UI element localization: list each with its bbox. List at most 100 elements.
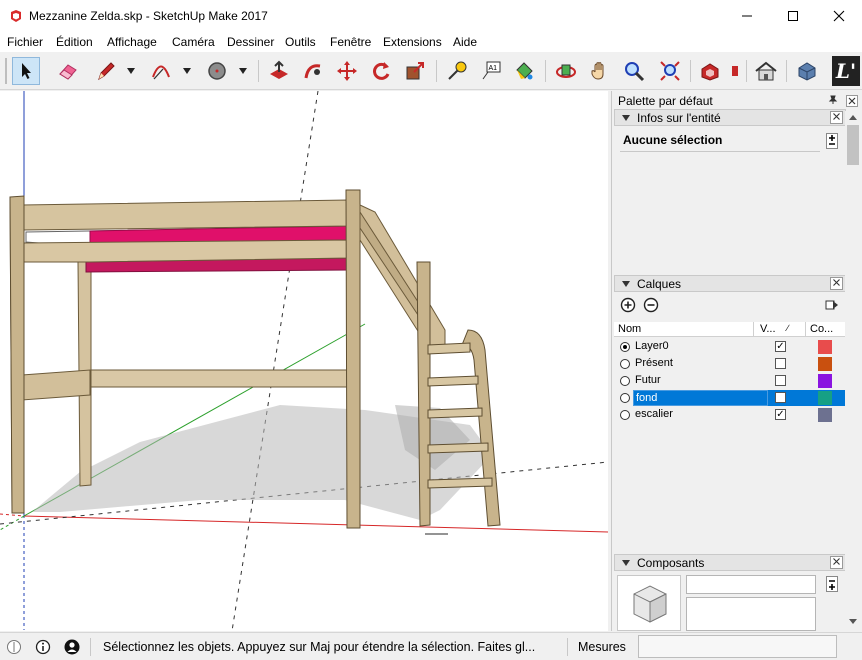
model-scene[interactable] xyxy=(0,91,608,631)
stair-rail-side xyxy=(359,210,421,320)
menu-dessiner[interactable]: Dessiner xyxy=(227,35,274,49)
toolbar-overflow[interactable] xyxy=(728,57,742,85)
scroll-down-icon[interactable] xyxy=(849,619,857,625)
pin-icon[interactable] xyxy=(828,95,838,105)
chevron-down-icon[interactable] xyxy=(126,67,136,75)
circle-tool-button[interactable] xyxy=(203,57,231,85)
toolbar-grip[interactable] xyxy=(5,58,7,84)
layer-row-selected[interactable]: fond xyxy=(614,390,846,407)
layer-color-swatch[interactable] xyxy=(818,340,832,354)
drawing-viewport[interactable] xyxy=(0,91,608,631)
share-component-button[interactable] xyxy=(793,57,821,85)
layer-visible-checkbox[interactable] xyxy=(775,392,786,403)
pencil-tool-button[interactable] xyxy=(92,57,120,85)
layer-name[interactable]: Présent xyxy=(633,356,675,372)
select-tool-button[interactable] xyxy=(12,57,40,85)
layer-row[interactable]: escalier ✓ xyxy=(614,407,846,424)
text-tool-label: A1 xyxy=(489,65,498,72)
scroll-thumb[interactable] xyxy=(847,125,859,165)
layer-color-swatch[interactable] xyxy=(818,374,832,388)
menu-aide[interactable]: Aide xyxy=(453,35,477,49)
menu-edition[interactable]: Édition xyxy=(56,35,93,49)
layer-visible-checkbox[interactable] xyxy=(775,375,786,386)
layer-name[interactable]: Futur xyxy=(633,373,663,389)
chevron-down-icon[interactable] xyxy=(238,67,248,75)
paint-bucket-tool-button[interactable] xyxy=(510,57,538,85)
eraser-tool-button[interactable] xyxy=(54,57,82,85)
layer-row[interactable]: Présent xyxy=(614,356,846,373)
close-window-button[interactable] xyxy=(816,0,862,32)
arc-tool-button[interactable] xyxy=(147,57,175,85)
orbit-tool-button[interactable] xyxy=(552,57,580,85)
close-tray-button[interactable] xyxy=(846,95,858,107)
components-header[interactable]: Composants xyxy=(614,554,846,571)
zoom-extents-tool-button[interactable] xyxy=(656,57,684,85)
component-details-toggle[interactable] xyxy=(826,576,838,592)
layer-visible-checkbox[interactable] xyxy=(775,358,786,369)
layout-button[interactable]: L' xyxy=(832,56,860,86)
push-pull-tool-button[interactable] xyxy=(265,57,293,85)
layer-name[interactable]: Layer0 xyxy=(633,339,671,355)
layer-details-icon[interactable] xyxy=(825,298,839,312)
component-description-field[interactable] xyxy=(686,597,816,631)
pan-tool-button[interactable] xyxy=(586,57,614,85)
menu-fenetre[interactable]: Fenêtre xyxy=(330,35,371,49)
scroll-up-icon[interactable] xyxy=(849,114,857,120)
active-layer-radio[interactable] xyxy=(620,359,630,369)
layer-name[interactable]: escalier xyxy=(633,407,675,423)
components-title: Composants xyxy=(637,556,705,570)
menu-outils[interactable]: Outils xyxy=(285,35,316,49)
column-divider xyxy=(805,322,806,337)
move-tool-button[interactable] xyxy=(333,57,361,85)
chevron-down-icon[interactable] xyxy=(182,67,192,75)
active-layer-radio[interactable] xyxy=(620,410,630,420)
layer-visible-checkbox[interactable]: ✓ xyxy=(775,341,786,352)
eraser-icon xyxy=(59,64,77,80)
layers-table-header: Nom V... ∕ Co... xyxy=(614,322,846,337)
close-panel-button[interactable] xyxy=(830,277,843,290)
minimize-button[interactable] xyxy=(724,0,770,32)
user-account-icon[interactable] xyxy=(64,639,80,655)
active-layer-radio[interactable] xyxy=(620,342,630,352)
menu-extensions[interactable]: Extensions xyxy=(383,35,442,49)
pencil-icon xyxy=(98,62,115,81)
component-name-field[interactable] xyxy=(686,575,816,594)
info-icon[interactable] xyxy=(35,639,51,655)
active-layer-radio[interactable] xyxy=(620,376,630,386)
column-visible[interactable]: V... xyxy=(760,323,776,335)
zoom-tool-button[interactable] xyxy=(620,57,648,85)
layer-name[interactable]: fond xyxy=(633,390,768,406)
layer-row[interactable]: Layer0 ✓ xyxy=(614,339,846,356)
close-panel-button[interactable] xyxy=(830,111,843,124)
layer-color-swatch[interactable] xyxy=(818,357,832,371)
text-tool-button[interactable]: A1 xyxy=(477,57,505,85)
tape-measure-tool-button[interactable] xyxy=(443,57,471,85)
column-color[interactable]: Co... xyxy=(810,323,833,335)
layers-header[interactable]: Calques xyxy=(614,275,846,292)
geolocation-icon[interactable] xyxy=(6,639,22,655)
menu-fichier[interactable]: Fichier xyxy=(7,35,43,49)
entity-info-header[interactable]: Infos sur l'entité xyxy=(614,109,846,126)
tray-scrollbar[interactable] xyxy=(845,111,861,631)
follow-me-tool-button[interactable] xyxy=(299,57,327,85)
details-toggle-button[interactable] xyxy=(826,133,838,149)
layer-row[interactable]: Futur xyxy=(614,373,846,390)
extension-warehouse-button[interactable] xyxy=(752,57,780,85)
layer-color-swatch[interactable] xyxy=(818,408,832,422)
menu-camera[interactable]: Caméra xyxy=(172,35,215,49)
measurements-input[interactable] xyxy=(638,635,837,658)
menu-affichage[interactable]: Affichage xyxy=(107,35,157,49)
active-layer-radio[interactable] xyxy=(620,393,630,403)
remove-layer-icon[interactable] xyxy=(643,297,659,313)
3d-warehouse-button[interactable] xyxy=(696,57,724,85)
add-layer-icon[interactable] xyxy=(620,297,636,313)
layer-color-swatch[interactable] xyxy=(818,391,832,405)
rotate-tool-button[interactable] xyxy=(367,57,395,85)
push-pull-icon xyxy=(270,60,288,79)
scale-tool-button[interactable] xyxy=(401,57,429,85)
close-panel-button[interactable] xyxy=(830,556,843,569)
select-arrow-icon xyxy=(22,63,31,79)
layer-visible-checkbox[interactable]: ✓ xyxy=(775,409,786,420)
maximize-button[interactable] xyxy=(770,0,816,32)
column-name[interactable]: Nom xyxy=(618,323,641,335)
